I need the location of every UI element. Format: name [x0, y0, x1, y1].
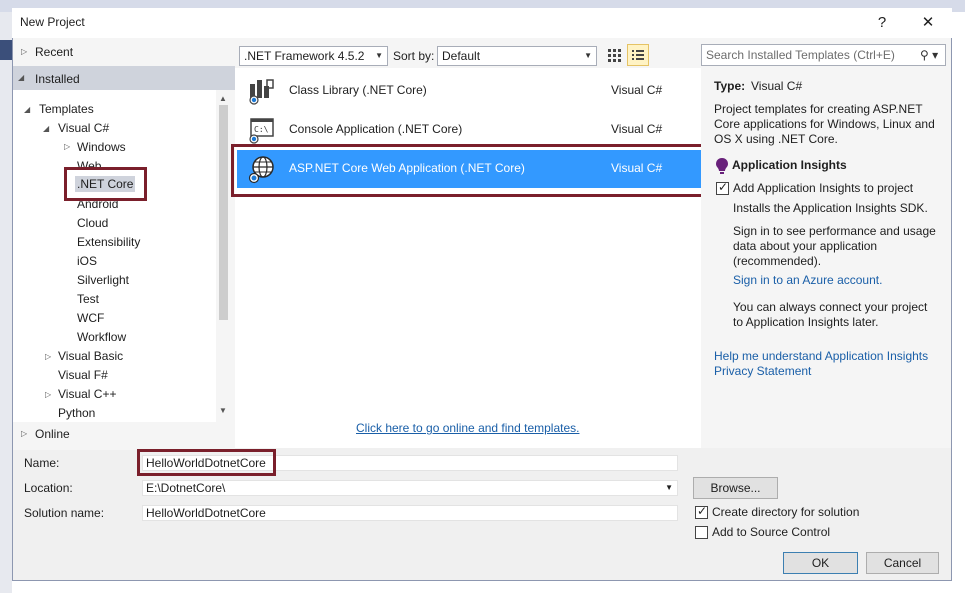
expand-arrow-icon: ▷ [21, 429, 28, 438]
collapse-arrow-icon: ◢ [24, 105, 31, 114]
nav-installed[interactable]: ◢ Installed [13, 66, 235, 90]
online-templates-link[interactable]: Click here to go online and find templat… [356, 421, 579, 435]
background-ide-left [0, 12, 12, 593]
nav-online-label: Online [35, 427, 70, 441]
background-ide-right [952, 12, 965, 593]
sort-by-label: Sort by: [393, 49, 435, 63]
template-row-class-library[interactable]: Class Library (.NET Core) Visual C# [237, 72, 701, 110]
ai-signin-text: Sign in to see performance and usage dat… [733, 224, 936, 268]
type-value: Visual C# [751, 79, 803, 93]
template-language: Visual C# [611, 122, 663, 136]
cancel-button[interactable]: Cancel [866, 552, 939, 574]
help-button[interactable]: ? [872, 14, 892, 31]
scroll-up-icon[interactable]: ▲ [219, 94, 227, 103]
privacy-link[interactable]: Privacy Statement [714, 364, 811, 379]
azure-signin-link[interactable]: Sign in to an Azure account. [733, 273, 882, 288]
tree-item-cloud[interactable]: Cloud [77, 216, 108, 230]
nav-online[interactable]: ▷ Online [13, 422, 235, 446]
small-icons-view-icon[interactable] [604, 45, 624, 65]
nav-recent[interactable]: ▷ Recent [13, 40, 235, 64]
tree-item-python[interactable]: Python [58, 406, 95, 420]
search-icon[interactable]: ⚲ ▾ [920, 45, 938, 65]
list-view-icon[interactable] [627, 44, 649, 66]
name-label: Name: [24, 456, 60, 470]
framework-select-value: .NET Framework 4.5.2 [244, 49, 365, 63]
search-placeholder: Search Installed Templates (Ctrl+E) [706, 48, 895, 62]
template-name: Console Application (.NET Core) [289, 122, 463, 136]
ai-checkbox-label: Add Application Insights to project [733, 181, 914, 195]
nav-installed-label: Installed [35, 72, 80, 86]
browse-button[interactable]: Browse... [693, 477, 778, 499]
expand-arrow-icon: ▷ [64, 142, 71, 151]
svg-text:C:\: C:\ [254, 125, 269, 134]
expand-arrow-icon: ▷ [21, 47, 28, 56]
sort-select-value: Default [442, 49, 481, 63]
console-app-icon: C:\ [247, 115, 277, 145]
template-description: Project templates for creating ASP.NET C… [714, 102, 935, 146]
tree-item-visual-basic[interactable]: Visual Basic [58, 349, 123, 363]
dropdown-arrow-icon: ▼ [375, 51, 383, 60]
template-language: Visual C# [611, 83, 663, 97]
ok-button[interactable]: OK [783, 552, 858, 574]
sort-select[interactable]: Default ▼ [437, 46, 597, 66]
framework-select[interactable]: .NET Framework 4.5.2 ▼ [239, 46, 388, 66]
tree-scroll-thumb[interactable] [219, 105, 228, 320]
ai-checkbox[interactable] [716, 180, 729, 195]
solution-name-input[interactable]: HelloWorldDotnetCore [142, 505, 678, 521]
tree-item-visual-csharp[interactable]: Visual C# [58, 121, 109, 135]
create-directory-label: Create directory for solution [712, 505, 860, 519]
source-control-checkbox[interactable] [695, 526, 708, 539]
nav-recent-label: Recent [35, 45, 74, 59]
scroll-down-icon[interactable]: ▼ [219, 406, 227, 415]
location-value: E:\DotnetCore\ [146, 481, 226, 495]
close-button[interactable]: ✕ [918, 13, 938, 31]
ai-heading: Application Insights [732, 158, 847, 172]
location-input[interactable]: E:\DotnetCore\ ▼ [142, 480, 678, 496]
dropdown-arrow-icon: ▼ [584, 51, 592, 60]
tree-item-visual-fsharp[interactable]: Visual F# [58, 368, 108, 382]
ai-later-text: You can always connect your project to A… [733, 300, 928, 329]
tree-item-extensibility[interactable]: Extensibility [77, 235, 140, 249]
class-library-icon [247, 76, 277, 106]
highlight-box-aspnet-core [231, 144, 706, 197]
highlight-box-dotnet-core [64, 167, 147, 201]
tree-item-wcf[interactable]: WCF [77, 311, 104, 325]
location-label: Location: [24, 481, 73, 495]
highlight-box-name [137, 449, 276, 476]
ai-install-text: Installs the Application Insights SDK. [733, 201, 928, 215]
tree-item-visual-cpp[interactable]: Visual C++ [58, 387, 116, 401]
collapse-arrow-icon: ◢ [43, 124, 50, 133]
application-insights-icon [715, 157, 729, 175]
tree-item-templates[interactable]: Templates [39, 102, 94, 116]
tree-item-windows[interactable]: Windows [77, 140, 126, 154]
expand-arrow-icon: ▷ [45, 352, 52, 361]
tree-item-workflow[interactable]: Workflow [77, 330, 126, 344]
create-directory-checkbox[interactable] [695, 504, 708, 519]
dialog-title: New Project [20, 15, 85, 29]
tree-item-test[interactable]: Test [77, 292, 99, 306]
solution-name-label: Solution name: [24, 506, 105, 520]
tree-item-silverlight[interactable]: Silverlight [77, 273, 129, 287]
tree-item-ios[interactable]: iOS [77, 254, 97, 268]
help-ai-link[interactable]: Help me understand Application Insights [714, 349, 928, 364]
dialog-titlebar [12, 8, 952, 38]
collapse-arrow-icon: ◢ [18, 73, 25, 82]
source-control-label: Add to Source Control [712, 525, 831, 539]
dropdown-arrow-icon[interactable]: ▼ [665, 481, 673, 495]
type-label: Type: [714, 79, 746, 93]
background-ide-tab [0, 40, 12, 60]
search-templates-input[interactable]: Search Installed Templates (Ctrl+E) ⚲ ▾ [701, 44, 946, 66]
template-name: Class Library (.NET Core) [289, 83, 427, 97]
template-tree: ◢ Templates ◢ Visual C# ▷ Windows Web .N… [13, 90, 216, 422]
expand-arrow-icon: ▷ [45, 390, 52, 399]
